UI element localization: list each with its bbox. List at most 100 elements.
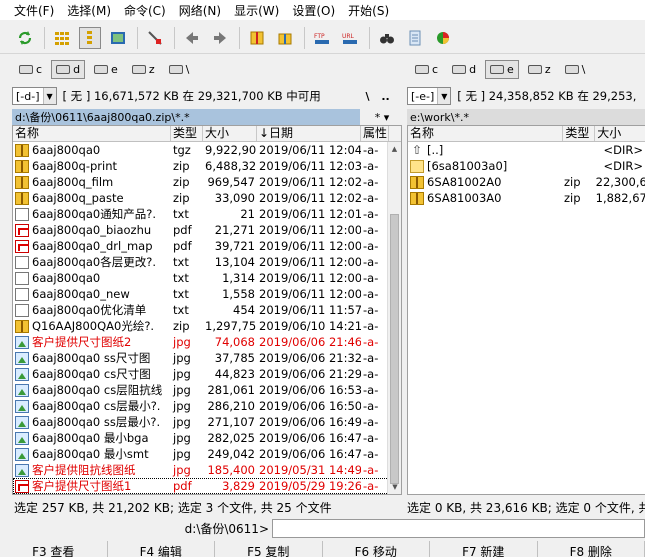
left-drive-button[interactable]: d xyxy=(51,59,86,79)
menu-bar: 文件(F) 选择(M) 命令(C) 网络(N) 显示(W) 设置(O) 开始(S) xyxy=(0,0,645,20)
right-drive-button[interactable]: z xyxy=(523,60,556,79)
command-input[interactable] xyxy=(272,518,645,538)
left-root-button[interactable]: \ xyxy=(359,90,377,103)
table-row[interactable]: 6aaj800qa0各层更改?. txt 13,104 2019/06/11 12:0… xyxy=(13,254,401,270)
left-drive-button[interactable]: c xyxy=(14,60,47,79)
detailed-view-icon[interactable] xyxy=(79,26,101,49)
right-current-path[interactable]: e:\work\*.* xyxy=(407,109,645,125)
menu-item[interactable]: 命令(C) xyxy=(124,2,166,19)
notepad-icon[interactable] xyxy=(404,27,426,49)
left-info-bar: [-d-] ▼ [ 无 ] 16,671,572 KB 在 29,321,700 … xyxy=(12,86,402,106)
left-scrollbar[interactable]: ▲ ▼ xyxy=(387,142,401,494)
table-row[interactable]: 6aaj800q_paste zip 33,090 2019/06/11 12:02-… xyxy=(13,190,401,206)
table-row[interactable]: 客户提供尺寸图纸1 pdf 3,829 2019/05/29 19:26 -a- xyxy=(13,478,401,494)
file-date: 2019/06/11 12:00 xyxy=(259,271,361,285)
unpack-icon[interactable] xyxy=(274,27,296,49)
table-row[interactable]: 6aaj800q-print zip 6,488,3262019/06/11 12:… xyxy=(13,158,401,174)
menu-item[interactable]: 设置(O) xyxy=(292,2,335,19)
table-row[interactable]: 6aaj800qa0 cs层阻抗线 jpg 281,061 2019/06/06 16… xyxy=(13,382,401,398)
function-key-button[interactable]: F8 删除 xyxy=(538,541,645,557)
table-row[interactable]: 6SA81002A0 zip 22,300,623 xyxy=(408,174,645,190)
left-drive-button[interactable]: e xyxy=(89,60,123,79)
left-current-path[interactable]: d:\备份\0611\6aaj800qa0.zip\*.* xyxy=(12,109,360,125)
header-name[interactable]: 名称 xyxy=(408,126,564,141)
right-drive-button[interactable]: \ xyxy=(560,60,591,79)
table-row[interactable]: 6aaj800qa0通知产品?. txt 21 2019/06/11 12:01 -a- xyxy=(13,206,401,222)
table-row[interactable]: 6aaj800qa0 cs层最小?. jpg 286,210 2019/06/06 1… xyxy=(13,398,401,414)
zip-file-icon xyxy=(410,191,424,205)
table-row[interactable]: 客户提供尺寸图纸2 jpg 74,068 2019/06/06 21:46 -a- xyxy=(13,334,401,350)
find-icon[interactable] xyxy=(376,27,398,49)
scroll-thumb[interactable] xyxy=(390,214,399,484)
table-row[interactable]: 6aaj800qa0 ss层最小?. jpg 271,107 2019/06/06 1… xyxy=(13,414,401,430)
drive-label: c xyxy=(432,62,439,76)
header-type[interactable]: 类型 xyxy=(171,126,203,141)
header-size[interactable]: 大小 xyxy=(203,126,257,141)
right-drive-select[interactable]: [-e-] ▼ xyxy=(407,87,452,105)
table-row[interactable]: 6aaj800q_film zip 969,547 2019/06/11 12:02-… xyxy=(13,174,401,190)
left-drive-button[interactable]: z xyxy=(127,60,160,79)
header-attr[interactable]: 属性 xyxy=(361,126,389,141)
pack-icon[interactable] xyxy=(246,27,268,49)
file-date: 2019/06/06 16:50 xyxy=(259,399,361,413)
table-row[interactable]: 6aaj800qa0 最小bga jpg 282,025 2019/06/06 16:… xyxy=(13,430,401,446)
function-key-button[interactable]: F4 编辑 xyxy=(108,541,215,557)
function-key-button[interactable]: F7 新建 xyxy=(430,541,538,557)
header-date[interactable]: ↓日期 xyxy=(257,126,361,141)
table-row[interactable]: 6aaj800qa0_new txt 1,558 2019/06/11 12:00 -a… xyxy=(13,286,401,302)
function-key-button[interactable]: F5 复制 xyxy=(215,541,323,557)
thumbnail-view-icon[interactable] xyxy=(107,27,129,49)
menu-item[interactable]: 显示(W) xyxy=(234,2,279,19)
menu-item[interactable]: 文件(F) xyxy=(14,2,54,19)
left-filter[interactable]: * ▾ xyxy=(362,109,402,125)
table-row[interactable]: 6aaj800qa0 最小smt jpg 249,042 2019/06/06 16:… xyxy=(13,446,401,462)
left-up-button[interactable]: .. xyxy=(377,90,395,103)
ftp-icon[interactable]: FTP xyxy=(311,27,333,49)
table-row[interactable]: 6aaj800qa0 ss尺寸图 jpg 37,785 2019/06/06 21:3… xyxy=(13,350,401,366)
table-row[interactable]: [6sa81003a0] <DIR> xyxy=(408,158,645,174)
scroll-up-icon[interactable]: ▲ xyxy=(388,142,401,156)
brief-view-icon[interactable] xyxy=(51,27,73,49)
table-row[interactable]: 6aaj800qa0 cs尺寸图 jpg 44,823 2019/06/06 21:2… xyxy=(13,366,401,382)
left-file-panel[interactable]: 名称 类型 大小 ↓日期 属性 6aaj800qa0tgz9,922,90320… xyxy=(12,125,402,495)
scroll-down-icon[interactable]: ▼ xyxy=(388,480,401,494)
header-type[interactable]: 类型 xyxy=(563,126,596,141)
forward-icon[interactable] xyxy=(209,27,231,49)
compare-icon[interactable] xyxy=(432,27,454,49)
right-drive-button[interactable]: c xyxy=(410,60,443,79)
table-row[interactable]: Q16AAJ800QA0光绘?. zip 1,297,7502019/06/10 1… xyxy=(13,318,401,334)
right-drive-button[interactable]: e xyxy=(485,59,519,79)
file-attr: -a- xyxy=(363,223,379,237)
right-drive-button[interactable]: d xyxy=(447,60,481,79)
invert-selection-icon[interactable] xyxy=(144,27,166,49)
file-type: jpg xyxy=(173,367,191,381)
table-row[interactable]: 6aaj800qa0优化清单 txt 454 2019/06/11 11:57 -a- xyxy=(13,302,401,318)
file-type: pdf xyxy=(173,479,192,493)
url-icon[interactable]: URL xyxy=(339,27,361,49)
refresh-icon[interactable] xyxy=(14,27,36,49)
table-row[interactable]: 6aaj800qa0_drl_map pdf 39,721 2019/06/11 12… xyxy=(13,238,401,254)
right-file-panel[interactable]: 名称 类型 大小 ⇧ [..] <DIR> [6sa81003a0] <DIR> 6SA8… xyxy=(407,125,645,495)
table-row[interactable]: 6aaj800qa0 txt 1,314 2019/06/11 12:00 -a- xyxy=(13,270,401,286)
table-row[interactable]: ⇧ [..] <DIR> xyxy=(408,142,645,158)
header-name[interactable]: 名称 xyxy=(13,126,171,141)
function-key-button[interactable]: F3 查看 xyxy=(0,541,108,557)
function-key-button[interactable]: F6 移动 xyxy=(323,541,430,557)
menu-item[interactable]: 开始(S) xyxy=(348,2,389,19)
table-row[interactable]: 6SA81003A0 zip 1,882,671 xyxy=(408,190,645,206)
header-size[interactable]: 大小 xyxy=(595,126,645,141)
menu-item[interactable]: 选择(M) xyxy=(67,2,111,19)
file-name: 6aaj800qa0通知产品?. xyxy=(32,207,156,221)
back-icon[interactable] xyxy=(181,27,203,49)
table-row[interactable]: 6aaj800qa0_biaozhu pdf 21,271 2019/06/11 12… xyxy=(13,222,401,238)
menu-item[interactable]: 网络(N) xyxy=(179,2,221,19)
zip-file-icon xyxy=(410,175,424,189)
left-drive-button[interactable]: \ xyxy=(164,60,195,79)
file-type: txt xyxy=(173,271,189,285)
file-name: [..] xyxy=(427,143,444,157)
table-row[interactable]: 客户提供阻抗线图纸 jpg 185,400 2019/05/31 14:49 -a- xyxy=(13,462,401,478)
table-row[interactable]: 6aaj800qa0 tgz 9,922,9032019/06/11 12:04-a… xyxy=(13,142,401,158)
file-size: 1,882,671 xyxy=(595,191,645,205)
zip-file-icon xyxy=(15,191,29,205)
left-drive-select[interactable]: [-d-] ▼ xyxy=(12,87,57,105)
